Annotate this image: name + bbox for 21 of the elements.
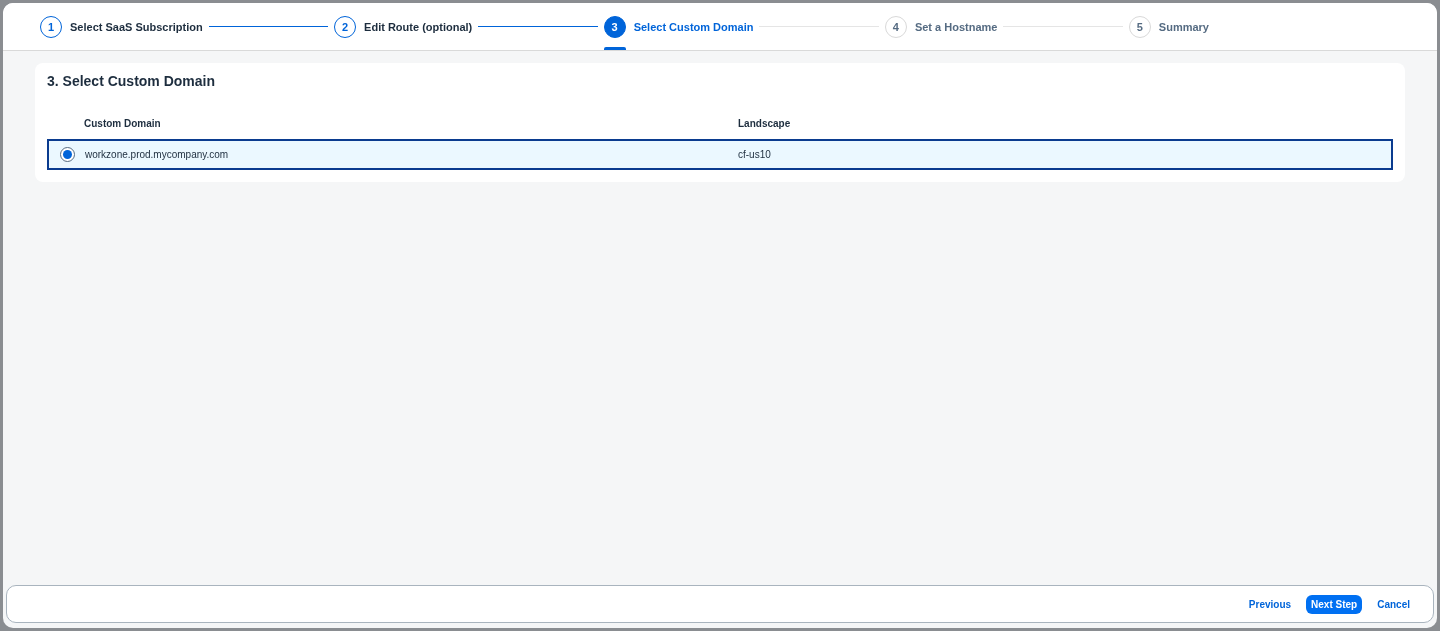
table-cell-text: cf-us10 [738, 149, 772, 160]
wizard-step[interactable]: 1 Select SaaS Subscription [40, 3, 203, 50]
footer-link-button[interactable]: Previous [1243, 594, 1297, 614]
section-title: 3. Select Custom Domain [47, 73, 217, 89]
column-header: Custom Domain [84, 117, 162, 129]
step-number: 2 [334, 15, 357, 38]
table-row[interactable]: workzone.prod.mycompany.com cf-us10 [47, 139, 1393, 170]
step-number: 3 [603, 15, 626, 38]
step-number: 4 [884, 15, 907, 38]
wizard-step[interactable]: 4 Set a Hostname [884, 3, 998, 50]
next-step-button[interactable]: Next Step [1306, 594, 1363, 614]
wizard-step[interactable]: 5 Summary [1128, 3, 1209, 50]
step-number: 1 [40, 15, 62, 38]
wizard-step[interactable]: 2 Edit Route (optional) [334, 3, 473, 50]
wizard-step[interactable]: 3 Select Custom Domain [603, 3, 754, 50]
active-step-indicator [603, 47, 626, 50]
footer-link-button[interactable]: Cancel [1372, 594, 1415, 614]
radio-button[interactable] [59, 147, 75, 162]
table-cell-text: workzone.prod.mycompany.com [85, 149, 230, 160]
column-header: Landscape [738, 117, 792, 129]
step-number: 5 [1128, 15, 1151, 38]
